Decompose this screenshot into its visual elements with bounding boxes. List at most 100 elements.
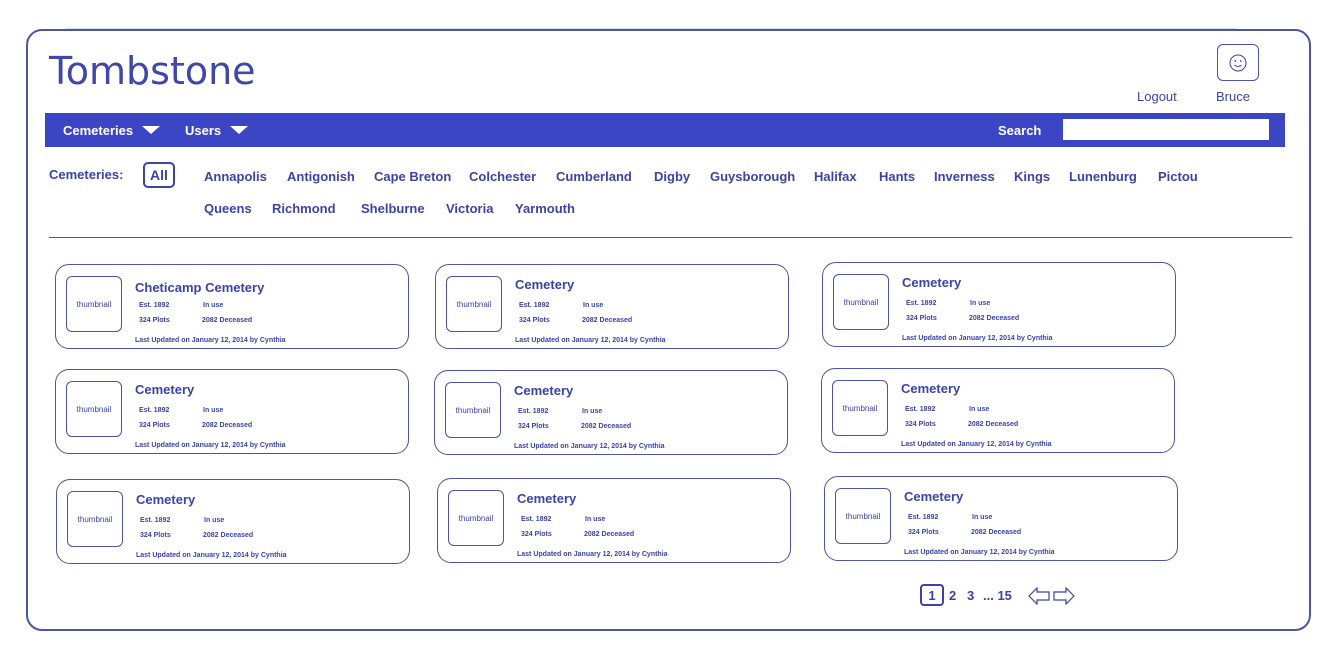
nav-users-menu[interactable]: Users [185, 113, 249, 147]
thumbnail-image: thumbnail [66, 276, 122, 332]
last-updated: Last Updated on January 12, 2014 by Cynt… [135, 442, 286, 449]
deceased-count: 2082 Deceased [971, 529, 1022, 536]
last-updated: Last Updated on January 12, 2014 by Cynt… [515, 337, 666, 344]
smiley-face-icon [1229, 54, 1247, 71]
filter-county-link[interactable]: Kings [1014, 169, 1050, 184]
plot-count: 324 Plots [521, 531, 552, 538]
plot-count: 324 Plots [139, 422, 170, 429]
status-text: In use [972, 514, 993, 521]
cemetery-card[interactable]: thumbnail Cemetery Est. 1892 In use 324 … [55, 369, 409, 454]
page-link[interactable]: 2 [949, 588, 956, 603]
page-link[interactable]: 3 [967, 588, 974, 603]
deceased-count: 2082 Deceased [584, 531, 635, 538]
filter-label: Cemeteries: [49, 167, 124, 182]
app-title: Tombstone [49, 49, 256, 93]
deceased-count: 2082 Deceased [203, 532, 254, 539]
last-updated: Last Updated on January 12, 2014 by Cynt… [904, 549, 1055, 556]
filter-county-link[interactable]: Hants [879, 169, 915, 184]
cemetery-card[interactable]: thumbnail Cemetery Est. 1892 In use 324 … [56, 479, 410, 564]
thumbnail-image: thumbnail [446, 276, 502, 332]
plot-count: 324 Plots [518, 423, 549, 430]
cemetery-name: Cheticamp Cemetery [135, 280, 265, 295]
plot-count: 324 Plots [906, 315, 937, 322]
filter-county-link[interactable]: Victoria [446, 201, 493, 216]
established-year: Est. 1892 [139, 302, 170, 309]
filter-county-link[interactable]: Richmond [272, 201, 336, 216]
established-year: Est. 1892 [518, 408, 549, 415]
status-text: In use [204, 517, 225, 524]
arrow-right-icon[interactable] [1053, 587, 1075, 605]
cemetery-name: Cemetery [136, 492, 196, 507]
search-input[interactable] [1063, 119, 1269, 140]
plot-count: 324 Plots [139, 317, 170, 324]
page-current[interactable]: 1 [920, 584, 944, 606]
nav-users-label: Users [185, 122, 222, 138]
arrow-left-icon[interactable] [1028, 587, 1050, 605]
filter-county-link[interactable]: Shelburne [361, 201, 425, 216]
filter-county-link[interactable]: Guysborough [710, 169, 795, 184]
filter-county-link[interactable]: Queens [204, 201, 252, 216]
last-updated: Last Updated on January 12, 2014 by Cynt… [135, 337, 286, 344]
page-link-last[interactable]: ... 15 [983, 588, 1012, 603]
established-year: Est. 1892 [908, 514, 939, 521]
plot-count: 324 Plots [908, 529, 939, 536]
filter-county-link[interactable]: Antigonish [287, 169, 355, 184]
search-label: Search [998, 122, 1042, 138]
deceased-count: 2082 Deceased [581, 423, 632, 430]
chevron-down-icon [230, 126, 249, 134]
cemetery-name: Cemetery [514, 383, 574, 398]
established-year: Est. 1892 [140, 517, 171, 524]
thumbnail-image: thumbnail [67, 491, 123, 547]
filter-county-link[interactable]: Lunenburg [1069, 169, 1137, 184]
plot-count: 324 Plots [905, 421, 936, 428]
filter-county-link[interactable]: Halifax [814, 169, 857, 184]
cemetery-card[interactable]: thumbnail Cemetery Est. 1892 In use 324 … [434, 370, 788, 455]
cemetery-name: Cemetery [901, 381, 961, 396]
plot-count: 324 Plots [140, 532, 171, 539]
cemetery-name: Cemetery [904, 489, 964, 504]
status-text: In use [585, 516, 606, 523]
cemetery-card[interactable]: thumbnail Cemetery Est. 1892 In use 324 … [822, 262, 1176, 347]
avatar[interactable] [1217, 44, 1259, 81]
logout-link[interactable]: Logout [1137, 89, 1177, 104]
deceased-count: 2082 Deceased [582, 317, 633, 324]
thumbnail-image: thumbnail [66, 381, 122, 437]
established-year: Est. 1892 [906, 300, 937, 307]
filter-all-button[interactable]: All [143, 162, 175, 188]
filter-county-link[interactable]: Inverness [934, 169, 995, 184]
cemetery-name: Cemetery [517, 491, 577, 506]
cemetery-card[interactable]: thumbnail Cheticamp Cemetery Est. 1892 I… [55, 264, 409, 349]
cemetery-name: Cemetery [902, 275, 962, 290]
last-updated: Last Updated on January 12, 2014 by Cynt… [901, 441, 1052, 448]
thumbnail-image: thumbnail [448, 490, 504, 546]
thumbnail-image: thumbnail [833, 274, 889, 330]
filter-county-link[interactable]: Digby [654, 169, 690, 184]
filter-county-link[interactable]: Colchester [469, 169, 536, 184]
last-updated: Last Updated on January 12, 2014 by Cynt… [902, 335, 1053, 342]
cemetery-card[interactable]: thumbnail Cemetery Est. 1892 In use 324 … [824, 476, 1178, 561]
nav-cemeteries-label: Cemeteries [63, 122, 134, 138]
deceased-count: 2082 Deceased [968, 421, 1019, 428]
chevron-down-icon [142, 126, 161, 134]
cemetery-card[interactable]: thumbnail Cemetery Est. 1892 In use 324 … [821, 368, 1175, 453]
nav-cemeteries-menu[interactable]: Cemeteries [63, 113, 161, 147]
status-text: In use [203, 407, 224, 414]
filter-divider [49, 237, 1292, 238]
cemetery-card[interactable]: thumbnail Cemetery Est. 1892 In use 324 … [437, 478, 791, 563]
thumbnail-image: thumbnail [835, 488, 891, 544]
main-navbar: Cemeteries Users Search [45, 113, 1285, 147]
status-text: In use [582, 408, 603, 415]
cemetery-card[interactable]: thumbnail Cemetery Est. 1892 In use 324 … [435, 264, 789, 349]
last-updated: Last Updated on January 12, 2014 by Cynt… [136, 552, 287, 559]
filter-county-link[interactable]: Pictou [1158, 169, 1198, 184]
status-text: In use [203, 302, 224, 309]
filter-county-link[interactable]: Yarmouth [515, 201, 575, 216]
deceased-count: 2082 Deceased [969, 315, 1020, 322]
status-text: In use [583, 302, 604, 309]
filter-county-link[interactable]: Annapolis [204, 169, 267, 184]
established-year: Est. 1892 [139, 407, 170, 414]
deceased-count: 2082 Deceased [202, 317, 253, 324]
last-updated: Last Updated on January 12, 2014 by Cynt… [514, 443, 665, 450]
filter-county-link[interactable]: Cumberland [556, 169, 632, 184]
filter-county-link[interactable]: Cape Breton [374, 169, 451, 184]
